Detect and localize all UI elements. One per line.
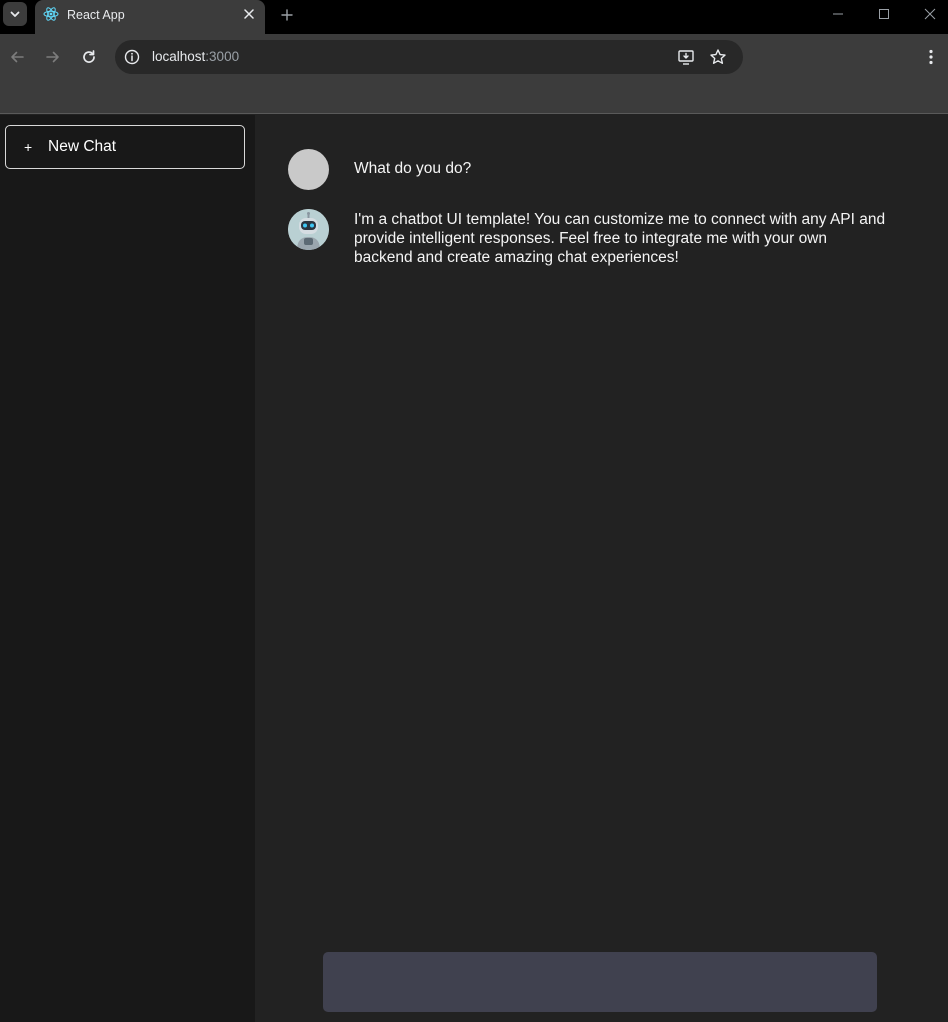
sidebar: + New Chat	[0, 115, 255, 1022]
maximize-icon	[879, 9, 889, 19]
url-host: localhost	[152, 49, 206, 64]
install-app-button[interactable]	[677, 48, 695, 66]
message-input[interactable]	[323, 952, 877, 1012]
address-bar[interactable]: localhost:3000	[115, 40, 743, 74]
reload-icon	[83, 50, 95, 63]
tab-close-button[interactable]	[241, 6, 257, 22]
new-chat-button[interactable]: + New Chat	[5, 125, 245, 169]
bot-avatar	[288, 209, 329, 250]
user-avatar	[288, 149, 329, 190]
tab-search-button[interactable]	[3, 2, 27, 26]
chevron-down-icon	[10, 11, 20, 17]
new-tab-button[interactable]	[277, 5, 297, 25]
react-favicon-icon	[43, 7, 59, 21]
window-close-button[interactable]	[918, 4, 942, 24]
plus-icon: +	[24, 139, 33, 155]
kebab-menu-icon	[929, 49, 933, 65]
browser-tab-strip: React App	[0, 0, 948, 34]
chat-main: What do you do? I'm a chatbot UI templat…	[255, 115, 948, 1022]
bookmark-button[interactable]	[709, 48, 727, 66]
browser-tab[interactable]: React App	[35, 0, 265, 34]
tab-title: React App	[67, 8, 125, 22]
window-close-icon	[924, 8, 936, 20]
minimize-button[interactable]	[826, 4, 850, 24]
browser-toolbar: localhost:3000	[0, 34, 948, 80]
forward-button[interactable]	[42, 46, 64, 68]
url-text: localhost:3000	[152, 49, 239, 64]
url-port: :3000	[205, 49, 240, 64]
minimize-icon	[833, 13, 843, 15]
robot-icon	[288, 209, 329, 250]
message-text: What do you do?	[354, 160, 472, 177]
forward-arrow-icon	[46, 51, 59, 63]
chat-app: + New Chat What do you do? I'm a chatbot…	[0, 115, 948, 1022]
plus-icon	[281, 9, 293, 21]
bookmarks-bar	[0, 80, 948, 114]
new-chat-label: New Chat	[48, 138, 117, 155]
browser-menu-button[interactable]	[922, 46, 940, 68]
bookmark-star-icon	[710, 49, 726, 64]
close-icon	[244, 9, 254, 19]
reload-button[interactable]	[78, 46, 100, 68]
back-arrow-icon	[11, 51, 24, 63]
message-text: I'm a chatbot UI template! You can custo…	[354, 211, 886, 266]
info-icon[interactable]	[123, 48, 141, 66]
back-button[interactable]	[6, 46, 28, 68]
install-app-icon	[678, 50, 694, 65]
maximize-button[interactable]	[872, 4, 896, 24]
